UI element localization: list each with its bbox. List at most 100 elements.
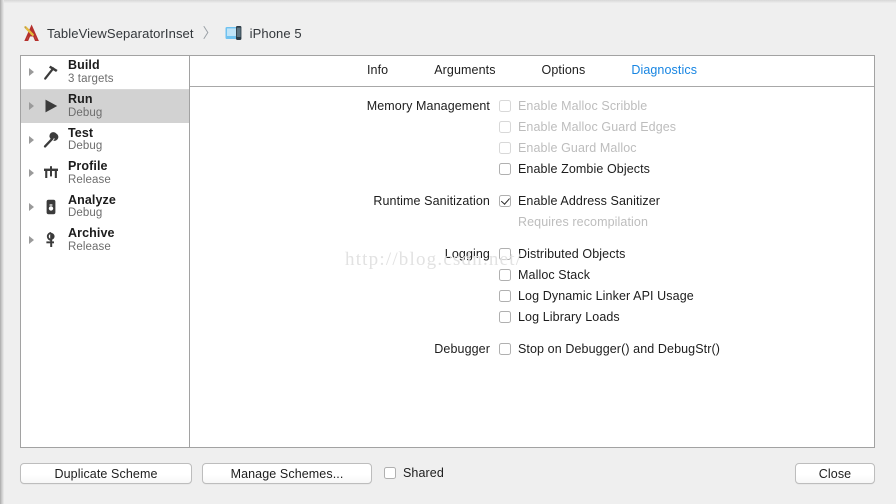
manage-schemes-button[interactable]: Manage Schemes... [202, 463, 372, 484]
memory-management-label: Memory Management [366, 99, 490, 113]
checkbox-enable-malloc-scribble[interactable]: Enable Malloc Scribble [499, 98, 647, 115]
breadcrumb-separator: 〉 [202, 25, 217, 41]
checkbox-box[interactable] [499, 290, 511, 302]
sidebar-item-subtitle: Release [68, 173, 111, 186]
sidebar-item-run[interactable]: Run Debug [21, 89, 189, 123]
scheme-editor-window: TableViewSeparatorInset 〉 iPhone 5 Build… [0, 0, 896, 504]
checkbox-malloc-stack[interactable]: Malloc Stack [499, 267, 590, 284]
checkbox-box[interactable] [499, 343, 511, 355]
tab-arguments[interactable]: Arguments [434, 63, 495, 77]
tab-diagnostics[interactable]: Diagnostics [631, 63, 697, 77]
bottom-button-bar: Duplicate Scheme Manage Schemes... Share… [0, 459, 896, 489]
debugger-label: Debugger [434, 342, 490, 356]
checkbox-box[interactable] [499, 248, 511, 260]
xcode-scheme-icon [22, 23, 41, 43]
scheme-sidebar: Build 3 targets Run Debug Test Debug Pro… [21, 56, 190, 447]
checkbox-stop-on-debugger[interactable]: Stop on Debugger() and DebugStr() [499, 341, 720, 358]
row-zombie-objects: Enable Zombie Objects [190, 161, 874, 182]
checkbox-log-dynamic-linker-api-usage[interactable]: Log Dynamic Linker API Usage [499, 288, 694, 305]
tab-options[interactable]: Options [542, 63, 586, 77]
checkbox-label: Malloc Stack [518, 268, 591, 282]
runtime-sanitization-label: Runtime Sanitization [373, 194, 490, 208]
sidebar-item-analyze[interactable]: Analyze Debug [21, 190, 189, 224]
sidebar-item-title: Test [68, 125, 94, 140]
scheme-name[interactable]: TableViewSeparatorInset [47, 26, 194, 41]
row-log-dynamic-linker: Log Dynamic Linker API Usage [190, 288, 874, 309]
sidebar-item-text: Run Debug [68, 93, 102, 119]
sidebar-item-profile[interactable]: Profile Release [21, 157, 189, 191]
wrench-icon [41, 130, 61, 150]
checkbox-label: Log Dynamic Linker API Usage [518, 289, 694, 303]
archive-icon [41, 230, 61, 250]
hammer-icon [41, 62, 61, 82]
device-name[interactable]: iPhone 5 [250, 26, 302, 41]
logging-label: Logging [444, 247, 490, 261]
disclosure-triangle-icon[interactable] [29, 102, 34, 111]
disclosure-triangle-icon[interactable] [29, 169, 34, 178]
sidebar-item-archive[interactable]: Archive Release [21, 224, 189, 258]
scheme-panel: Build 3 targets Run Debug Test Debug Pro… [20, 55, 875, 448]
sidebar-item-build[interactable]: Build 3 targets [21, 56, 189, 90]
row-malloc-scribble: Memory Management Enable Malloc Scribble [190, 98, 874, 119]
disclosure-triangle-icon[interactable] [29, 68, 34, 77]
checkbox-box[interactable] [499, 121, 511, 133]
sidebar-item-subtitle: Debug [68, 106, 103, 119]
sidebar-item-test[interactable]: Test Debug [21, 123, 189, 157]
checkbox-enable-guard-malloc[interactable]: Enable Guard Malloc [499, 140, 637, 157]
checkbox-label: Enable Zombie Objects [518, 162, 651, 176]
sidebar-item-title: Archive [68, 226, 115, 241]
checkbox-log-library-loads[interactable]: Log Library Loads [499, 309, 620, 326]
row-address-sanitizer: Runtime Sanitization Enable Address Sani… [190, 193, 874, 214]
checkbox-label: Enable Malloc Guard Edges [518, 120, 677, 134]
scheme-content: Info Arguments Options Diagnostics Memor… [190, 56, 874, 447]
sidebar-item-title: Profile [68, 159, 108, 174]
play-icon [41, 96, 61, 116]
gauge-icon [41, 163, 61, 183]
checkbox-box[interactable] [499, 269, 511, 281]
checkbox-box[interactable] [499, 100, 511, 112]
recompilation-note: Requires recompilation [518, 215, 649, 229]
shared-label: Shared [403, 466, 444, 480]
sidebar-item-subtitle: Debug [68, 207, 103, 220]
disclosure-triangle-icon[interactable] [29, 202, 34, 211]
sidebar-item-title: Run [68, 92, 93, 107]
checkbox-distributed-objects[interactable]: Distributed Objects [499, 246, 626, 263]
row-distributed-objects: Logging Distributed Objects [190, 246, 874, 267]
checkbox-box[interactable] [499, 195, 511, 207]
disclosure-triangle-icon[interactable] [29, 236, 34, 245]
sidebar-item-title: Build [68, 58, 100, 73]
checkbox-box[interactable] [499, 311, 511, 323]
close-button[interactable]: Close [795, 463, 875, 484]
tab-info[interactable]: Info [367, 63, 388, 77]
shared-checkbox[interactable]: Shared [384, 466, 444, 480]
breadcrumb: TableViewSeparatorInset 〉 iPhone 5 [22, 22, 302, 44]
row-recompilation-note: Requires recompilation [190, 214, 874, 235]
disclosure-triangle-icon[interactable] [29, 135, 34, 144]
row-stop-on-debugger: Debugger Stop on Debugger() and DebugStr… [190, 341, 874, 362]
checkbox-enable-address-sanitizer[interactable]: Enable Address Sanitizer [499, 193, 660, 210]
recompilation-note-wrap: Requires recompilation [499, 214, 648, 231]
row-log-library-loads: Log Library Loads [190, 309, 874, 330]
sidebar-item-subtitle: Release [68, 240, 111, 253]
checkbox-label: Enable Malloc Scribble [518, 99, 648, 113]
sidebar-item-subtitle: Debug [68, 140, 103, 153]
diagnostics-form: Memory Management Enable Malloc Scribble… [190, 87, 874, 362]
checkbox-box[interactable] [499, 163, 511, 175]
tab-bar: Info Arguments Options Diagnostics [190, 56, 874, 87]
checkbox-label: Distributed Objects [518, 247, 626, 261]
checkbox-box[interactable] [499, 142, 511, 154]
analyze-icon [41, 197, 61, 217]
sidebar-item-text: Profile Release [68, 160, 111, 186]
sidebar-item-text: Analyze Debug [68, 192, 116, 220]
sidebar-item-text: Build 3 targets [68, 59, 114, 85]
duplicate-scheme-button[interactable]: Duplicate Scheme [20, 463, 192, 484]
window-left-edge [0, 0, 4, 504]
checkbox-enable-malloc-guard-edges[interactable]: Enable Malloc Guard Edges [499, 119, 676, 136]
checkbox-label: Log Library Loads [518, 310, 620, 324]
sidebar-item-title: Analyze [68, 192, 116, 207]
sidebar-item-subtitle: 3 targets [68, 72, 114, 85]
iphone-simulator-icon [225, 25, 244, 41]
checkbox-enable-zombie-objects[interactable]: Enable Zombie Objects [499, 161, 650, 178]
checkbox-box[interactable] [384, 467, 396, 479]
row-guard-malloc: Enable Guard Malloc [190, 140, 874, 161]
